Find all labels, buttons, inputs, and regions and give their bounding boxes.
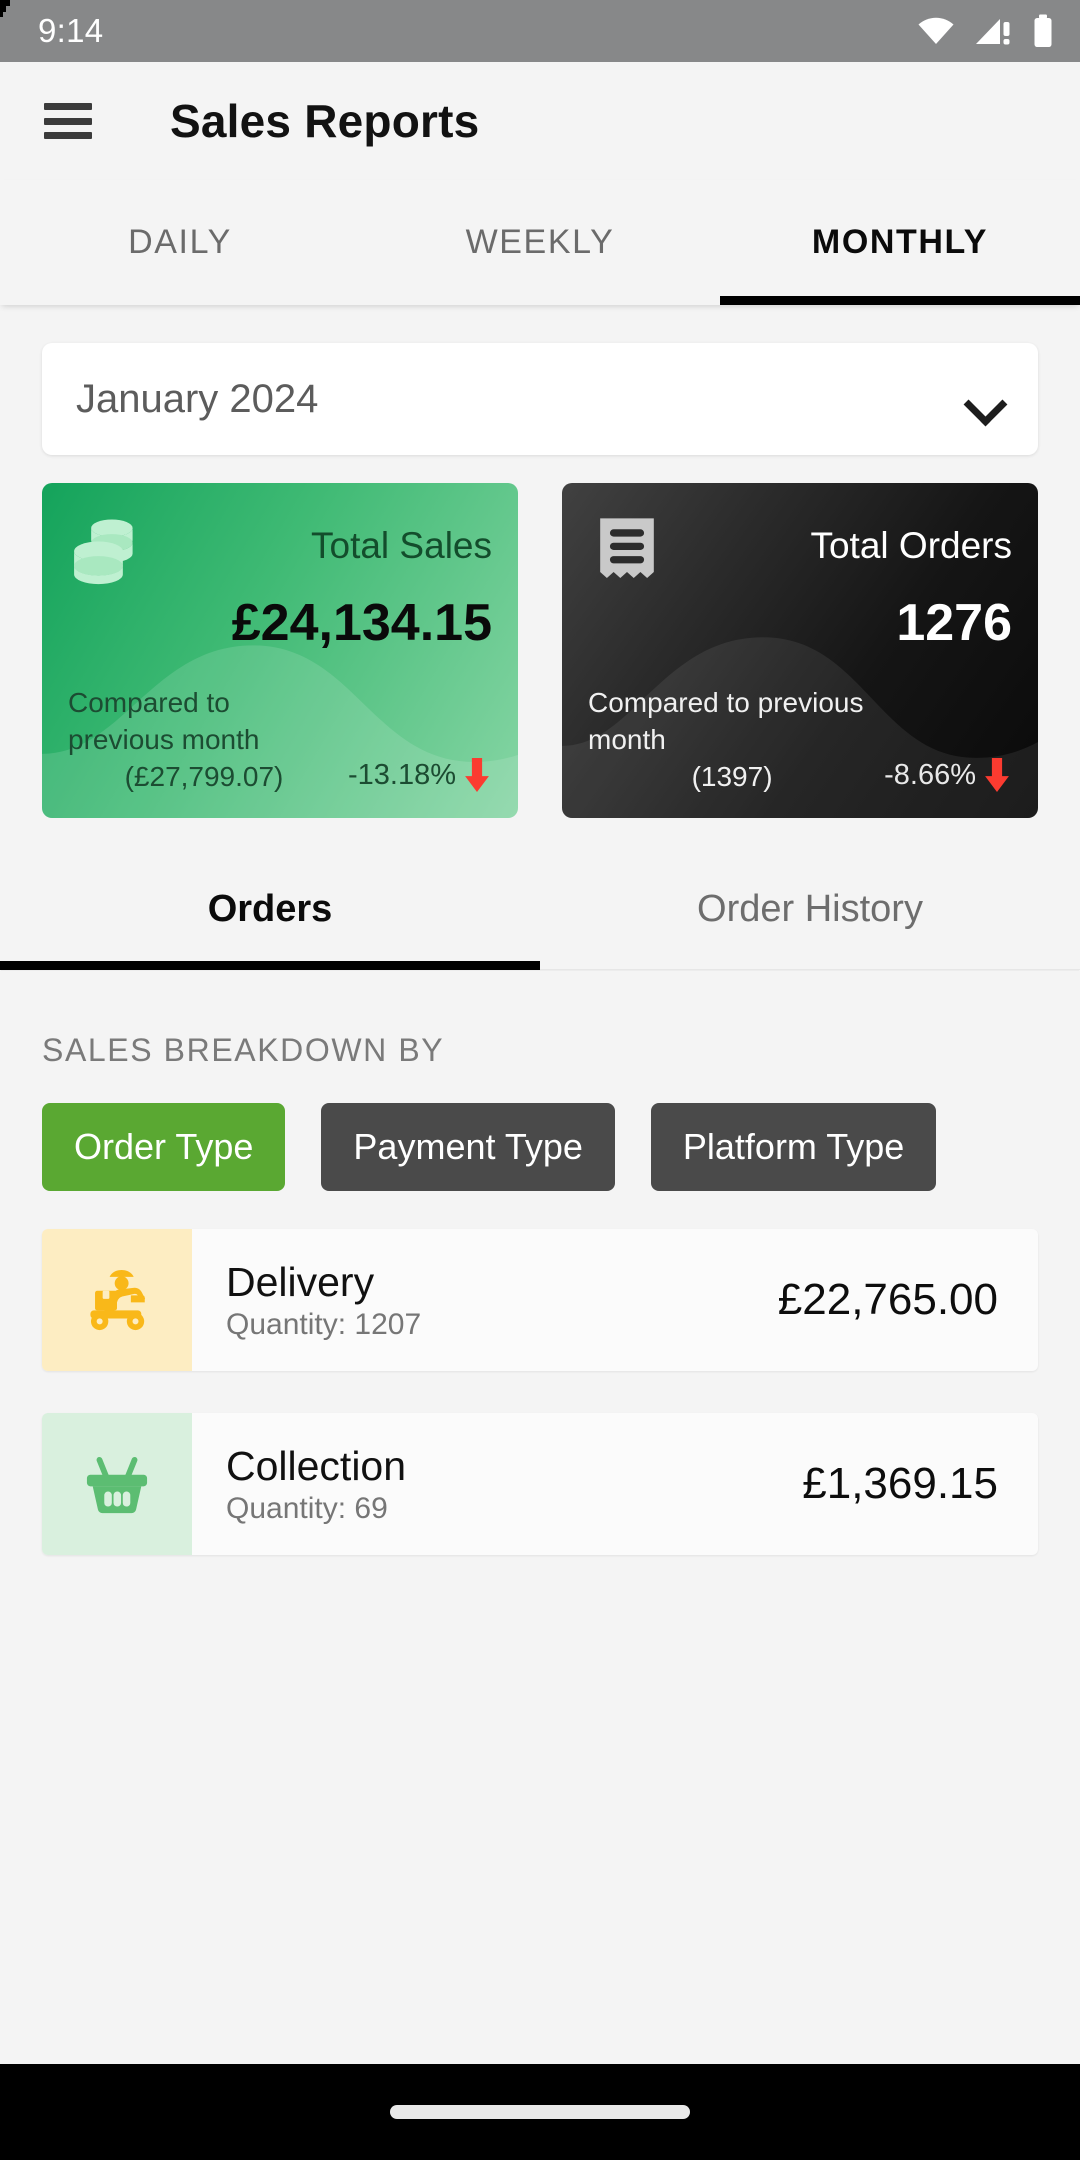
tab-weekly[interactable]: WEEKLY <box>360 180 720 305</box>
metric-value-total-sales: £24,134.15 <box>231 594 492 652</box>
page-title: Sales Reports <box>170 95 480 147</box>
system-navigation-bar <box>0 2064 1080 2160</box>
row-label-delivery: Delivery <box>226 1258 375 1305</box>
phone-screen: 9:14 Sales Reports DAILY WEEKLY MONTHLY … <box>0 0 1080 2160</box>
chip-order-type-label: Order Type <box>74 1126 254 1167</box>
tab-monthly[interactable]: MONTHLY <box>720 180 1080 305</box>
row-icon-container <box>42 1413 192 1555</box>
tab-monthly-label: MONTHLY <box>811 223 989 261</box>
row-content: Collection Quantity: 69 £1,369.15 <box>192 1413 1038 1555</box>
breakdown-section-title: SALES BREAKDOWN BY <box>42 1032 445 1068</box>
metric-delta-value: -8.66% <box>884 758 976 791</box>
tab-daily-label: DAILY <box>128 223 232 261</box>
tab-orders[interactable]: Orders <box>0 848 540 970</box>
battery-icon <box>1034 14 1052 47</box>
cellular-signal-warning-icon <box>976 19 1010 45</box>
chip-platform-type[interactable]: Platform Type <box>650 1103 937 1191</box>
breakdown-row-collection[interactable]: Collection Quantity: 69 £1,369.15 <box>42 1413 1038 1555</box>
chevron-down-icon <box>968 389 1002 409</box>
row-content: Delivery Quantity: 1207 £22,765.00 <box>192 1229 1038 1371</box>
receipt-icon <box>600 518 654 579</box>
chip-payment-type[interactable]: Payment Type <box>321 1103 615 1191</box>
status-bar-clock: 9:14 <box>38 12 104 49</box>
delivery-scooter-icon <box>90 1269 146 1331</box>
orders-tab-bar: Orders Order History <box>0 848 1080 970</box>
metric-delta-total-sales: -13.18% <box>348 758 492 796</box>
metric-delta-total-orders: -8.66% <box>884 758 1012 796</box>
gesture-home-indicator[interactable] <box>390 2105 690 2119</box>
metric-compare-value: (1397) <box>691 761 773 793</box>
metric-card-row: Total Sales £24,134.15 Compared to previ… <box>42 483 1038 818</box>
metric-card-total-sales[interactable]: Total Sales £24,134.15 Compared to previ… <box>42 483 518 818</box>
metric-title-total-sales: Total Sales <box>311 525 492 566</box>
chip-order-type[interactable]: Order Type <box>42 1103 286 1191</box>
metric-compare-total-orders: Compared to previous month (1397) <box>588 685 876 796</box>
row-quantity-delivery: Quantity: 1207 <box>226 1307 422 1341</box>
screen-corner-notch <box>0 0 22 22</box>
row-amount-collection: £1,369.15 <box>802 1459 998 1508</box>
tab-orders-label: Orders <box>207 887 333 930</box>
metric-delta-value: -13.18% <box>347 758 456 791</box>
row-amount-delivery: £22,765.00 <box>777 1275 998 1324</box>
chip-payment-type-label: Payment Type <box>353 1126 583 1167</box>
app-bar: Sales Reports <box>0 62 1080 180</box>
breakdown-list: Delivery Quantity: 1207 £22,765.00 Colle… <box>42 1229 1038 1555</box>
sales-breakdown-section: SALES BREAKDOWN BY Order Type Payment Ty… <box>0 970 1080 1555</box>
hamburger-menu-icon[interactable] <box>44 103 92 139</box>
metric-compare-total-sales: Compared to previous month (£27,799.07) <box>68 685 340 796</box>
tab-order-history[interactable]: Order History <box>540 848 1080 970</box>
metric-compare-value: (£27,799.07) <box>124 761 284 793</box>
status-bar: 9:14 <box>0 0 1080 62</box>
coins-stack-icon <box>74 519 133 585</box>
tab-weekly-label: WEEKLY <box>465 223 615 261</box>
month-select-dropdown[interactable]: January 2024 <box>42 343 1038 455</box>
row-label-collection: Collection <box>226 1442 407 1489</box>
metric-compare-label: Compared to previous month <box>588 687 864 756</box>
row-icon-container <box>42 1229 192 1371</box>
breakdown-row-delivery[interactable]: Delivery Quantity: 1207 £22,765.00 <box>42 1229 1038 1371</box>
arrow-down-icon <box>985 758 1009 792</box>
chip-platform-type-label: Platform Type <box>682 1126 905 1167</box>
row-quantity-collection: Quantity: 69 <box>226 1491 388 1525</box>
arrow-down-icon <box>465 758 489 792</box>
metric-title-total-orders: Total Orders <box>810 525 1012 566</box>
shopping-basket-icon <box>86 1456 148 1514</box>
month-select-value: January 2024 <box>76 376 319 421</box>
metric-card-total-orders[interactable]: Total Orders 1276 Compared to previous m… <box>562 483 1038 818</box>
wifi-icon <box>918 17 954 44</box>
period-tab-bar: DAILY WEEKLY MONTHLY <box>0 180 1080 305</box>
tab-daily[interactable]: DAILY <box>0 180 360 305</box>
breakdown-filter-chips: Order Type Payment Type Platform Type <box>42 1103 1038 1191</box>
content-area: January 2024 Total Sales £24,134.15 Comp… <box>0 305 1080 2064</box>
tab-order-history-label: Order History <box>697 887 923 930</box>
status-bar-icons <box>916 14 1054 48</box>
metric-compare-label: Compared to previous month <box>68 687 260 756</box>
metric-value-total-orders: 1276 <box>896 594 1012 652</box>
